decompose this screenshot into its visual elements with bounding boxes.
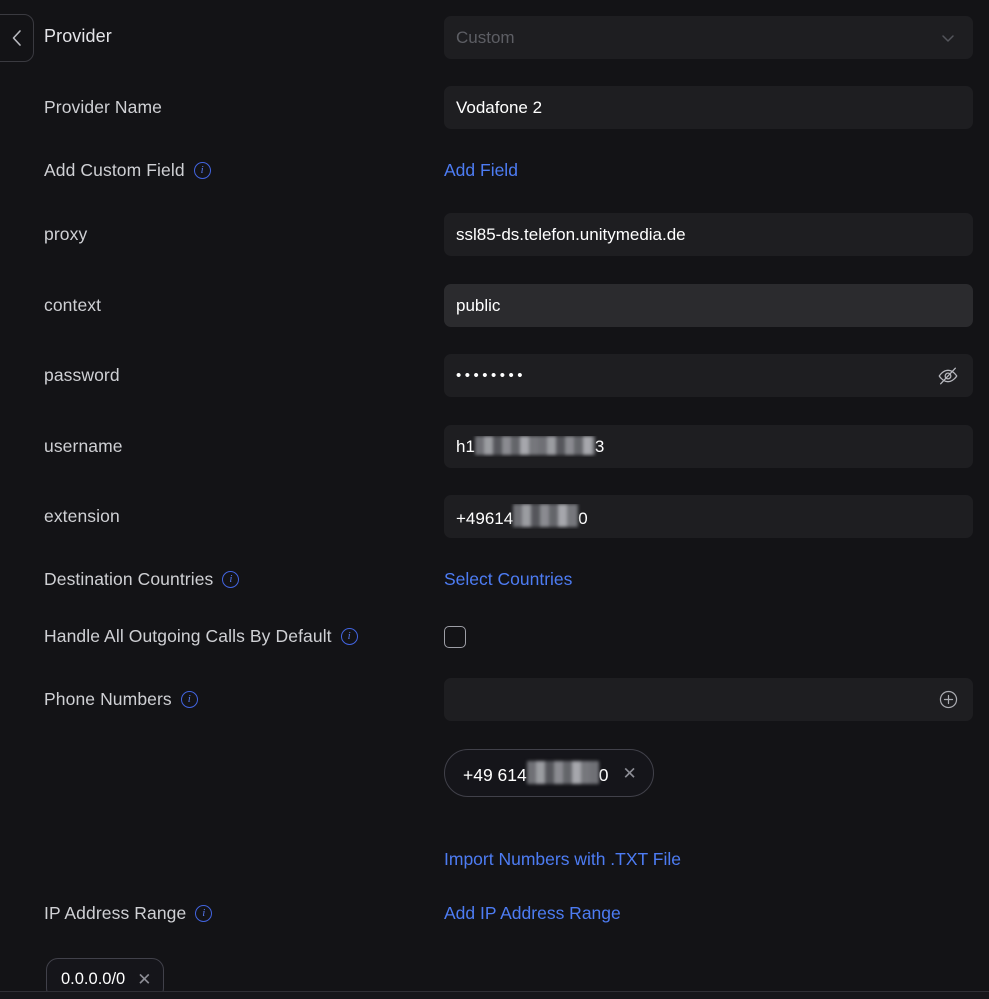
extension-value-prefix: +49614 <box>456 509 513 528</box>
import-numbers-wrap: Import Numbers with .TXT File <box>444 849 973 870</box>
proxy-label-text: proxy <box>44 224 87 245</box>
phone-numbers-label: Phone Numbers i <box>44 689 198 710</box>
redaction-block <box>527 761 599 784</box>
password-wrap: •••••••• <box>444 354 973 397</box>
add-custom-field-label: Add Custom Field i <box>44 160 211 181</box>
close-icon[interactable]: ✕ <box>137 971 151 988</box>
provider-name-value: Vodafone 2 <box>456 98 961 118</box>
chevron-down-icon[interactable] <box>935 25 961 51</box>
add-ip-address-range-link[interactable]: Add IP Address Range <box>444 903 621 924</box>
password-input[interactable]: •••••••• <box>444 354 973 397</box>
handle-all-outgoing-wrap <box>444 626 973 648</box>
proxy-label: proxy <box>44 224 87 245</box>
context-label-text: context <box>44 295 101 316</box>
chevron-left-icon <box>10 28 23 48</box>
handle-all-outgoing-label-text: Handle All Outgoing Calls By Default <box>44 626 332 647</box>
footer-bar <box>0 992 989 999</box>
password-value: •••••••• <box>456 367 935 384</box>
phone-numbers-wrap <box>444 678 973 721</box>
ip-address-range-label: IP Address Range i <box>44 903 212 924</box>
info-icon[interactable]: i <box>194 162 211 179</box>
provider-select[interactable]: Custom <box>444 16 973 59</box>
extension-wrap: +49614 0 <box>444 495 973 538</box>
phone-number-chip-prefix: +49 614 <box>463 765 527 785</box>
username-wrap: h1 3 <box>444 425 973 468</box>
redaction-block <box>513 504 578 527</box>
provider-name-wrap: Vodafone 2 <box>444 86 973 129</box>
page-title-text: Provider <box>44 26 112 47</box>
extension-value: +49614 0 <box>456 504 961 529</box>
destination-countries-label-text: Destination Countries <box>44 569 213 590</box>
handle-all-outgoing-label: Handle All Outgoing Calls By Default i <box>44 626 358 647</box>
add-field-wrap: Add Field <box>444 160 973 181</box>
info-icon[interactable]: i <box>222 571 239 588</box>
context-wrap: public <box>444 284 973 327</box>
password-label-text: password <box>44 365 120 386</box>
provider-name-input[interactable]: Vodafone 2 <box>444 86 973 129</box>
ip-address-range-label-text: IP Address Range <box>44 903 186 924</box>
extension-label: extension <box>44 506 120 527</box>
username-value-prefix: h1 <box>456 437 475 456</box>
info-icon[interactable]: i <box>181 691 198 708</box>
password-label: password <box>44 365 120 386</box>
provider-name-label-text: Provider Name <box>44 97 162 118</box>
phone-number-chip[interactable]: +49 614 0 ✕ <box>444 749 654 797</box>
page-title: Provider <box>44 26 112 47</box>
handle-all-outgoing-checkbox[interactable] <box>444 626 466 648</box>
select-countries-link[interactable]: Select Countries <box>444 569 572 590</box>
select-countries-wrap: Select Countries <box>444 569 973 590</box>
phone-number-chip-suffix: 0 <box>599 765 609 785</box>
username-label-text: username <box>44 436 123 457</box>
phone-numbers-label-text: Phone Numbers <box>44 689 172 710</box>
redaction-block <box>475 436 595 455</box>
close-icon[interactable]: ✕ <box>622 765 636 782</box>
context-value: public <box>456 296 961 316</box>
context-input[interactable]: public <box>444 284 973 327</box>
extension-value-suffix: 0 <box>578 509 587 528</box>
phone-numbers-input[interactable] <box>444 678 973 721</box>
add-custom-field-label-text: Add Custom Field <box>44 160 185 181</box>
import-numbers-link[interactable]: Import Numbers with .TXT File <box>444 849 681 870</box>
extension-input[interactable]: +49614 0 <box>444 495 973 538</box>
provider-select-wrap: Custom <box>444 16 973 59</box>
add-field-link[interactable]: Add Field <box>444 160 518 181</box>
username-value-suffix: 3 <box>595 437 604 456</box>
phone-number-chip-text: +49 614 0 <box>463 761 608 786</box>
proxy-wrap: ssl85-ds.telefon.unitymedia.de <box>444 213 973 256</box>
provider-name-label: Provider Name <box>44 97 162 118</box>
eye-off-icon[interactable] <box>935 363 961 389</box>
username-input[interactable]: h1 3 <box>444 425 973 468</box>
ip-range-chip-text: 0.0.0.0/0 <box>61 970 125 989</box>
proxy-value: ssl85-ds.telefon.unitymedia.de <box>456 225 961 245</box>
context-label: context <box>44 295 101 316</box>
back-button[interactable] <box>0 14 34 62</box>
add-ip-address-range-wrap: Add IP Address Range <box>444 903 973 924</box>
info-icon[interactable]: i <box>341 628 358 645</box>
provider-select-value: Custom <box>456 28 935 48</box>
plus-circle-icon[interactable] <box>935 687 961 713</box>
proxy-input[interactable]: ssl85-ds.telefon.unitymedia.de <box>444 213 973 256</box>
phone-number-chip-list: +49 614 0 ✕ <box>444 749 973 797</box>
destination-countries-label: Destination Countries i <box>44 569 239 590</box>
username-label: username <box>44 436 123 457</box>
info-icon[interactable]: i <box>195 905 212 922</box>
extension-label-text: extension <box>44 506 120 527</box>
username-value: h1 3 <box>456 436 961 457</box>
